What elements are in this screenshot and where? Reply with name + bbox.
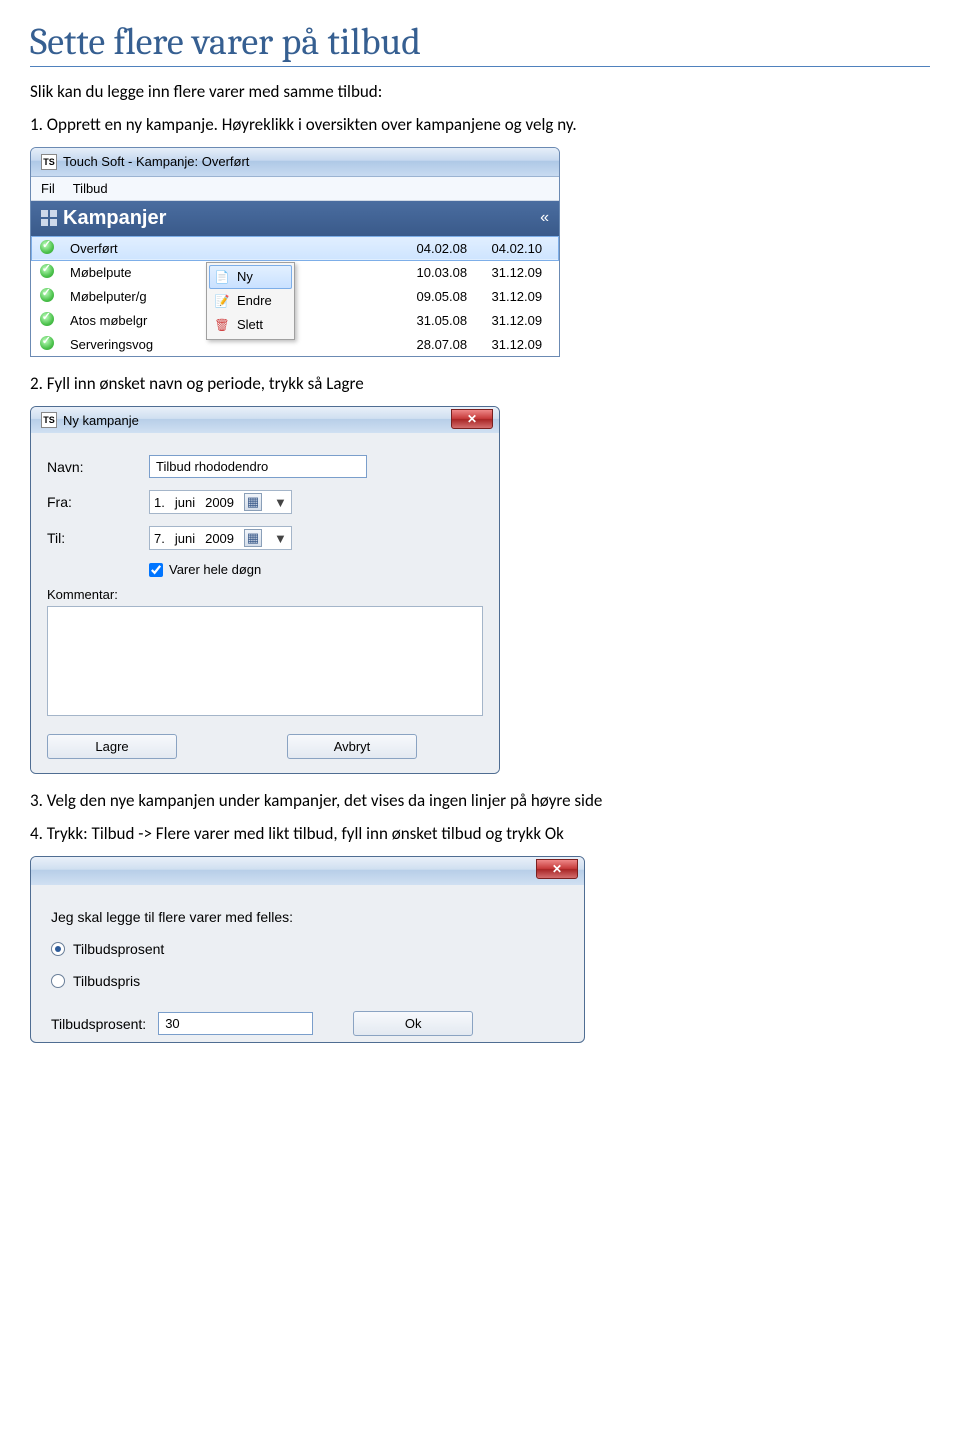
row-to: 31.12.09 — [484, 284, 559, 308]
step-3: 3. Velg den nye kampanjen under kampanje… — [30, 790, 930, 813]
collapse-icon[interactable]: « — [540, 209, 549, 227]
label-fra: Fra: — [47, 494, 139, 510]
ctx-label: Endre — [237, 293, 272, 308]
row-to: 04.02.10 — [484, 236, 559, 260]
step-2: 2. Fyll inn ønsket navn og periode, tryk… — [30, 373, 930, 396]
ts-logo-icon: TS — [41, 154, 57, 170]
table-row[interactable]: Møbelputer/g 09.05.08 31.12.09 — [32, 284, 559, 308]
close-button[interactable]: ✕ — [451, 409, 493, 429]
page-title: Sette flere varer på tilbud — [30, 20, 930, 67]
chevron-down-icon[interactable]: ▼ — [274, 495, 287, 510]
calendar-icon[interactable]: ▦ — [244, 493, 262, 511]
row-to: 31.12.09 — [484, 332, 559, 356]
intro-text: Slik kan du legge inn flere varer med sa… — [30, 81, 930, 104]
date-year: 2009 — [205, 495, 234, 510]
menu-tilbud[interactable]: Tilbud — [73, 181, 108, 196]
row-from: 09.05.08 — [409, 284, 484, 308]
fra-date-field[interactable]: 1. juni 2009 ▦ ▼ — [149, 490, 292, 514]
window-title: Touch Soft - Kampanje: Overført — [63, 154, 249, 169]
kampanjer-table: Overført 04.02.08 04.02.10 Møbelpute 10.… — [31, 236, 559, 357]
row-from: 31.05.08 — [409, 308, 484, 332]
grid-icon — [41, 210, 57, 226]
radio-label: Tilbudspris — [73, 973, 140, 989]
tilbud-dialog: ✕ Jeg skal legge til flere varer med fel… — [30, 856, 585, 1043]
step-1: 1. Opprett en ny kampanje. Høyreklikk i … — [30, 114, 930, 137]
prompt-text: Jeg skal legge til flere varer med felle… — [51, 909, 564, 925]
check-icon — [40, 336, 54, 350]
varer-hele-checkbox[interactable] — [149, 563, 163, 577]
dialog-titlebar: ✕ — [31, 857, 584, 885]
row-to: 31.12.09 — [484, 308, 559, 332]
menu-fil[interactable]: Fil — [41, 181, 55, 196]
close-button[interactable]: ✕ — [536, 859, 578, 879]
row-from: 10.03.08 — [409, 260, 484, 284]
table-row[interactable]: Møbelpute 10.03.08 31.12.09 — [32, 260, 559, 284]
radio-option-prosent[interactable]: Tilbudsprosent — [51, 941, 564, 957]
chevron-down-icon[interactable]: ▼ — [274, 531, 287, 546]
ctx-label: Slett — [237, 317, 263, 332]
row-name: Overført — [62, 236, 409, 260]
tilbudsprosent-input[interactable] — [158, 1012, 313, 1035]
radio-icon — [51, 974, 65, 988]
til-date-field[interactable]: 7. juni 2009 ▦ ▼ — [149, 526, 292, 550]
lagre-button[interactable]: Lagre — [47, 734, 177, 759]
window-titlebar: TS Touch Soft - Kampanje: Overført — [31, 148, 559, 177]
ctx-item-slett[interactable]: 🗑 Slett — [209, 313, 292, 337]
row-from: 28.07.08 — [409, 332, 484, 356]
ny-kampanje-dialog: TS Ny kampanje ✕ Navn: Fra: 1. juni 2009… — [30, 406, 500, 774]
ok-button[interactable]: Ok — [353, 1011, 473, 1036]
check-icon — [40, 264, 54, 278]
table-row[interactable]: Overført 04.02.08 04.02.10 — [32, 236, 559, 260]
radio-label: Tilbudsprosent — [73, 941, 164, 957]
context-menu: 📄 Ny 📝 Endre 🗑 Slett — [206, 262, 295, 340]
date-month: juni — [175, 495, 195, 510]
check-icon — [40, 288, 54, 302]
menubar: Fil Tilbud — [31, 177, 559, 201]
ctx-item-ny[interactable]: 📄 Ny — [209, 265, 292, 289]
kampanjer-panel-header: Kampanjer « — [31, 201, 559, 236]
radio-option-pris[interactable]: Tilbudspris — [51, 973, 564, 989]
navn-input[interactable] — [149, 455, 367, 478]
radio-icon — [51, 942, 65, 956]
table-row[interactable]: Serveringsvog 28.07.08 31.12.09 — [32, 332, 559, 356]
ctx-label: Ny — [237, 269, 253, 284]
date-day: 7. — [154, 531, 165, 546]
row-from: 04.02.08 — [409, 236, 484, 260]
label-til: Til: — [47, 530, 139, 546]
dialog-titlebar: TS Ny kampanje ✕ — [31, 407, 499, 433]
ts-logo-icon: TS — [41, 412, 57, 428]
calendar-icon[interactable]: ▦ — [244, 529, 262, 547]
varer-hele-label: Varer hele døgn — [169, 562, 261, 577]
date-month: juni — [175, 531, 195, 546]
ctx-item-endre[interactable]: 📝 Endre — [209, 289, 292, 313]
step-4: 4. Trykk: Tilbud -> Flere varer med likt… — [30, 823, 930, 846]
kampanjer-window: TS Touch Soft - Kampanje: Overført Fil T… — [30, 147, 560, 358]
table-row[interactable]: Atos møbelgr 31.05.08 31.12.09 — [32, 308, 559, 332]
avbryt-button[interactable]: Avbryt — [287, 734, 417, 759]
new-icon: 📄 — [213, 268, 231, 286]
label-kommentar: Kommentar: — [47, 587, 118, 602]
edit-icon: 📝 — [213, 292, 231, 310]
kampanjer-panel-title: Kampanjer — [63, 207, 166, 230]
check-icon — [40, 240, 54, 254]
label-navn: Navn: — [47, 459, 139, 475]
label-tilbudsprosent: Tilbudsprosent: — [51, 1016, 146, 1032]
kommentar-textarea[interactable] — [47, 606, 483, 716]
check-icon — [40, 312, 54, 326]
date-year: 2009 — [205, 531, 234, 546]
dialog-title: Ny kampanje — [63, 413, 139, 428]
delete-icon: 🗑 — [213, 316, 231, 334]
row-to: 31.12.09 — [484, 260, 559, 284]
date-day: 1. — [154, 495, 165, 510]
